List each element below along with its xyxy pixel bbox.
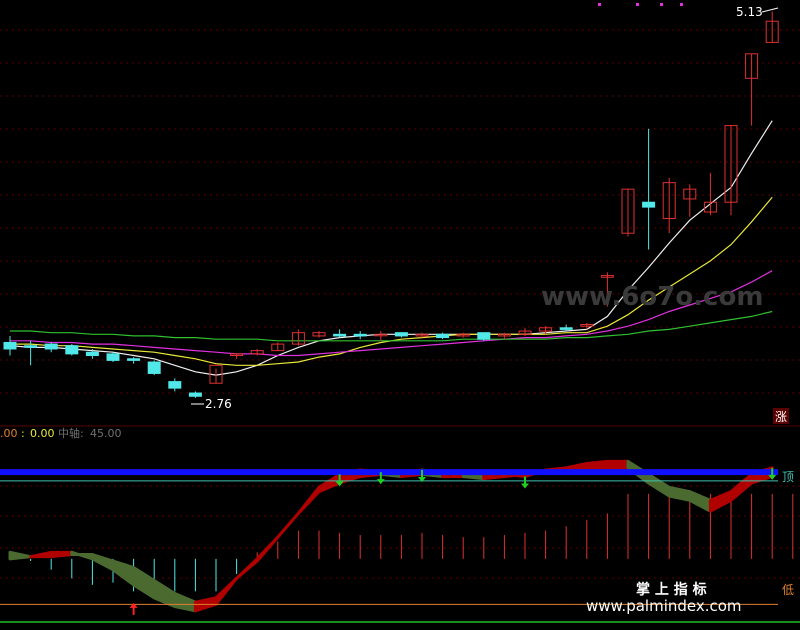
indicator-band-segment (729, 472, 754, 502)
candle-body (147, 361, 161, 374)
candle-body (333, 333, 347, 337)
candle-body (436, 333, 450, 339)
candle-body (642, 201, 656, 208)
indicator-band-segment (564, 462, 589, 472)
indicator-band-segment (90, 553, 115, 572)
ma-lines (9, 120, 773, 376)
indicator-header: .00 : 0.00 中轴: 45.00 (0, 426, 122, 440)
candle-body (24, 345, 38, 348)
indicator-mid-name: 中轴: (58, 426, 84, 440)
down-arrow-icon (521, 476, 529, 489)
indicator-band-segment (317, 472, 342, 494)
candle-body (394, 332, 408, 337)
indicator-band-segment (132, 566, 156, 600)
max-price-arrow (761, 7, 779, 13)
min-price-marker: 2.76 (191, 397, 232, 411)
indicator-band-segment (585, 459, 609, 472)
candle-body (353, 333, 367, 337)
candles (3, 11, 779, 398)
indicator-band-segment (647, 472, 671, 498)
candle-body (3, 341, 17, 350)
indicator-band-segment (49, 550, 74, 559)
candle-body (85, 351, 99, 357)
indicator-band-segment (152, 579, 177, 608)
stock-chart: www.6o7o.com 5.13 2.76 涨 .00 : 0.00 中轴: … (0, 3, 800, 623)
indicator-band-segment (667, 485, 692, 502)
top-marker (598, 3, 601, 6)
indicator-band-segment (29, 550, 53, 559)
indicator-band-segment (605, 459, 630, 470)
indicator-band-segment (708, 490, 733, 513)
footer-title: 掌 上 指 标 (636, 581, 707, 598)
top-marker (636, 3, 639, 6)
indicator-v1: .00 (0, 427, 18, 440)
ma-line-ma5 (9, 120, 773, 376)
indicator-band-segment (70, 550, 94, 561)
indicator-v2: 0.00 (30, 427, 55, 440)
watermark: www.6o7o.com (541, 282, 763, 312)
candle-body (188, 392, 202, 397)
top-marker (660, 3, 663, 6)
min-price-label: 2.76 (205, 397, 232, 411)
indicator-band-segment (8, 550, 33, 561)
indicator-sep: : (21, 427, 25, 440)
footer-url: www.palmindex.com (586, 597, 742, 615)
candle-body (559, 327, 573, 330)
candle-body (65, 345, 79, 355)
candle-body (44, 343, 58, 350)
footer-brand: 掌 上 指 标 www.palmindex.com (586, 581, 742, 615)
top-level-label: 顶 (782, 470, 794, 484)
top-marker (680, 3, 683, 6)
candle-body (106, 353, 120, 361)
indicator-band-segment (111, 559, 136, 587)
candle-body (127, 358, 141, 361)
candle-body (477, 332, 491, 340)
indicator-band-segment (214, 576, 239, 606)
corner-badge[interactable]: 涨 (773, 408, 789, 424)
indicator-band-segment (276, 511, 300, 539)
bottom-level-label: 低 (782, 583, 794, 597)
indicator-mid-value: 45.00 (90, 427, 122, 440)
indicator-band-segment (255, 535, 280, 563)
indicator-band-segment (235, 557, 259, 580)
corner-badge-text: 涨 (775, 409, 787, 424)
max-price-label: 5.13 (736, 5, 763, 19)
indicator-band-segment (296, 485, 321, 515)
indicator-band-segment (688, 490, 712, 513)
indicator-band-segment (173, 592, 197, 613)
candle-body (168, 381, 182, 389)
